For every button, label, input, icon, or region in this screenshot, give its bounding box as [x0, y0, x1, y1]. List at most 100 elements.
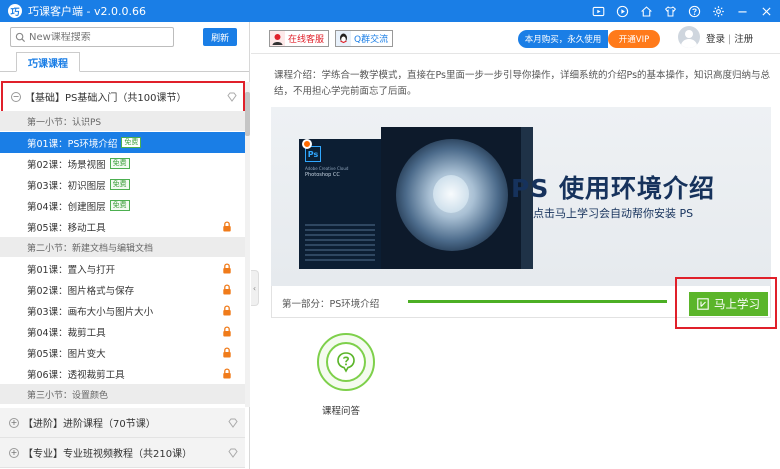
lesson-label: 第04课：创建图层 — [27, 201, 106, 213]
qq-icon — [336, 31, 351, 46]
login-link[interactable]: 登录 — [706, 34, 725, 45]
start-learning-label: 马上学习 — [714, 297, 760, 311]
lesson-item[interactable]: 第03课：画布大小与图片大小 — [0, 300, 245, 321]
progress-fill — [408, 300, 667, 303]
online-service-button[interactable]: 在线客服 — [269, 30, 330, 47]
lesson-item[interactable]: 第02课：场景视图 免费 — [0, 153, 245, 174]
section-header[interactable]: 第二小节：新建文档与编辑文档 — [0, 237, 245, 257]
settings-icon[interactable] — [710, 3, 726, 19]
diamond-icon — [228, 448, 238, 458]
lock-icon — [223, 347, 231, 358]
lesson-label: 第04课：裁剪工具 — [27, 327, 106, 339]
lesson-item[interactable]: 第06课：透视裁剪工具 — [0, 363, 245, 384]
qq-group-label: Q群交流 — [354, 35, 389, 45]
course-basic[interactable]: − 【基础】PS基础入门（共100课节） — [1, 81, 245, 113]
tab-bar: 巧课课程 — [0, 52, 249, 72]
banner-subtitle: 点击马上学习会自动帮你安装 PS — [533, 207, 694, 220]
splash-credits — [305, 224, 375, 264]
progress-track — [408, 300, 667, 303]
lock-icon — [223, 326, 231, 337]
planet-artwork — [381, 127, 521, 269]
question-bubble-icon — [337, 352, 355, 373]
lesson-item[interactable]: 第01课：PS环境介绍 免费 — [0, 132, 245, 153]
course-title: 【进阶】进阶课程（70节课） — [23, 419, 156, 430]
lesson-label: 第01课：置入与打开 — [27, 264, 116, 276]
lock-icon — [223, 284, 231, 295]
lesson-label: 第02课：图片格式与保存 — [27, 285, 135, 297]
online-service-label: 在线客服 — [288, 35, 325, 45]
play-icon[interactable] — [614, 3, 630, 19]
scrollbar-thumb[interactable] — [245, 92, 250, 136]
ps-product-line2: Photoshop CC — [305, 172, 340, 178]
banner-title: PS 使用环境介绍 — [511, 174, 716, 203]
search-box[interactable] — [10, 27, 175, 47]
course-qa-label: 课程问答 — [322, 406, 361, 417]
lesson-item[interactable]: 第05课：移动工具 — [0, 216, 245, 237]
register-link[interactable]: 注册 — [734, 34, 753, 45]
diamond-icon — [227, 92, 237, 102]
lesson-item[interactable]: 第04课：裁剪工具 — [0, 321, 245, 342]
content-header: 在线客服 Q群交流 本月购买，永久使用 开通VIP 登录 | 注册 — [251, 22, 780, 54]
lesson-label: 第01课：PS环境介绍 — [27, 138, 118, 150]
service-agent-icon — [270, 31, 285, 46]
free-badge: 免费 — [109, 158, 130, 169]
ps-product-line1: Adobe Creative Cloud — [305, 166, 349, 171]
free-badge: 免费 — [109, 179, 130, 190]
open-vip-button[interactable]: 开通VIP — [608, 30, 660, 48]
lesson-label: 第05课：图片变大 — [27, 348, 106, 360]
auth-divider: | — [728, 34, 732, 45]
lesson-item[interactable]: 第03课：初识图层 免费 — [0, 174, 245, 195]
auth-links: 登录 | 注册 — [706, 31, 753, 45]
minimize-icon[interactable] — [734, 3, 750, 19]
promo-banner[interactable]: 本月购买，永久使用 — [518, 30, 608, 48]
start-learning-button[interactable]: 马上学习 — [689, 292, 768, 316]
shirt-icon[interactable] — [662, 3, 678, 19]
section-header[interactable]: 第三小节：设置颜色 — [0, 384, 245, 404]
free-badge: 免费 — [109, 200, 130, 211]
avatar[interactable] — [678, 26, 700, 48]
lock-icon — [223, 263, 231, 274]
app-title: 巧课客户端 - v2.0.0.66 — [28, 5, 146, 18]
lesson-item[interactable]: 第01课：置入与打开 — [0, 258, 245, 279]
diamond-icon — [228, 418, 238, 428]
expand-icon: + — [9, 417, 19, 428]
course-title: 【基础】PS基础入门（共100课节） — [25, 93, 187, 104]
search-icon — [15, 32, 26, 42]
video-icon[interactable] — [590, 3, 606, 19]
search-row: 刷新 — [0, 22, 249, 52]
help-icon[interactable] — [686, 3, 702, 19]
lesson-label: 第03课：初识图层 — [27, 180, 106, 192]
lesson-item[interactable]: 第02课：图片格式与保存 — [0, 279, 245, 300]
lesson-label: 第02课：场景视图 — [27, 159, 106, 171]
close-icon[interactable] — [758, 3, 774, 19]
lesson-item[interactable]: 第05课：图片变大 — [0, 342, 245, 363]
learn-icon — [697, 298, 709, 310]
free-badge: 免费 — [121, 137, 142, 148]
lock-icon — [223, 368, 231, 379]
refresh-button[interactable]: 刷新 — [203, 28, 237, 46]
lesson-label: 第06课：透视裁剪工具 — [27, 369, 125, 381]
course-professional[interactable]: + 【专业】专业班视频教程（共210课） — [0, 438, 245, 468]
photoshop-splash: Ps Adobe Creative Cloud Photoshop CC — [299, 139, 389, 269]
qq-group-button[interactable]: Q群交流 — [335, 30, 394, 47]
home-icon[interactable] — [638, 3, 654, 19]
course-banner[interactable]: Ps Adobe Creative Cloud Photoshop CC PS … — [271, 107, 771, 286]
section-header[interactable]: 第一小节：认识PS — [0, 111, 245, 131]
collapse-sidebar-handle[interactable]: ‹ — [251, 270, 259, 306]
orange-dot-icon — [302, 139, 312, 149]
course-qa-button[interactable] — [317, 333, 375, 391]
tab-courses[interactable]: 巧课课程 — [16, 52, 80, 72]
course-description: 课程介绍：学练合一教学模式，直接在Ps里面一步一步引导你操作，详细系统的介绍Ps… — [274, 70, 771, 97]
lesson-label: 第03课：画布大小与图片大小 — [27, 306, 154, 318]
title-bar: 巧 巧课客户端 - v2.0.0.66 — [0, 0, 780, 22]
part-label: 第一部分：PS环境介绍 — [282, 299, 380, 310]
expand-icon: + — [9, 447, 19, 458]
sidebar-scrollbar[interactable] — [245, 82, 250, 407]
titlebar-icons — [590, 3, 774, 19]
chevron-left-icon: ‹ — [252, 283, 257, 293]
lesson-label: 第05课：移动工具 — [27, 222, 106, 234]
search-input[interactable] — [29, 31, 169, 43]
course-advanced[interactable]: + 【进阶】进阶课程（70节课） — [0, 408, 245, 438]
course-title: 【专业】专业班视频教程（共210课） — [23, 449, 193, 460]
lesson-item[interactable]: 第04课：创建图层 免费 — [0, 195, 245, 216]
